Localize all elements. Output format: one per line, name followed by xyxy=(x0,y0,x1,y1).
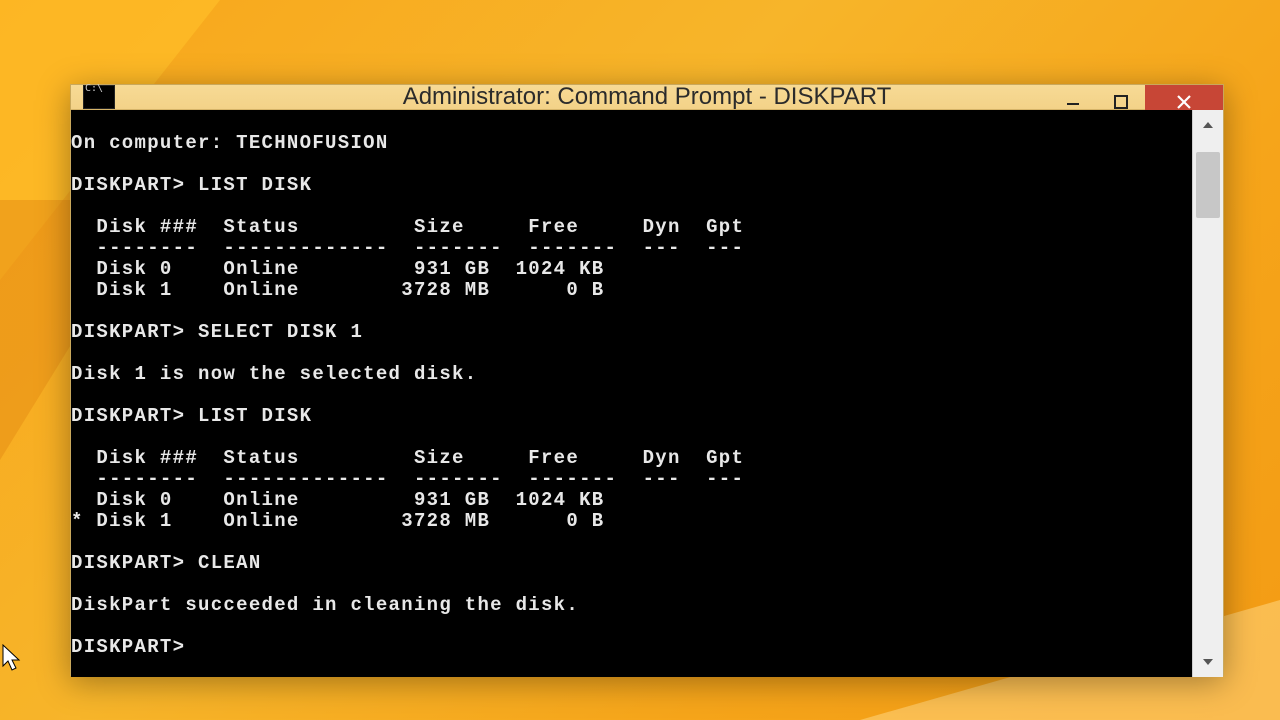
scroll-up-button[interactable] xyxy=(1193,110,1223,140)
scroll-down-button[interactable] xyxy=(1193,647,1223,677)
scroll-thumb[interactable] xyxy=(1196,152,1220,218)
scroll-track[interactable] xyxy=(1193,140,1223,647)
scrollbar[interactable] xyxy=(1192,110,1223,677)
titlebar[interactable]: Administrator: Command Prompt - DISKPART xyxy=(71,85,1223,110)
mouse-cursor xyxy=(2,644,22,672)
terminal-output[interactable]: On computer: TECHNOFUSION DISKPART> LIST… xyxy=(71,129,1192,658)
desktop: Administrator: Command Prompt - DISKPART… xyxy=(0,0,1280,720)
command-prompt-window: Administrator: Command Prompt - DISKPART… xyxy=(70,84,1224,676)
cmd-icon xyxy=(83,85,115,109)
client-area: On computer: TECHNOFUSION DISKPART> LIST… xyxy=(71,110,1223,677)
